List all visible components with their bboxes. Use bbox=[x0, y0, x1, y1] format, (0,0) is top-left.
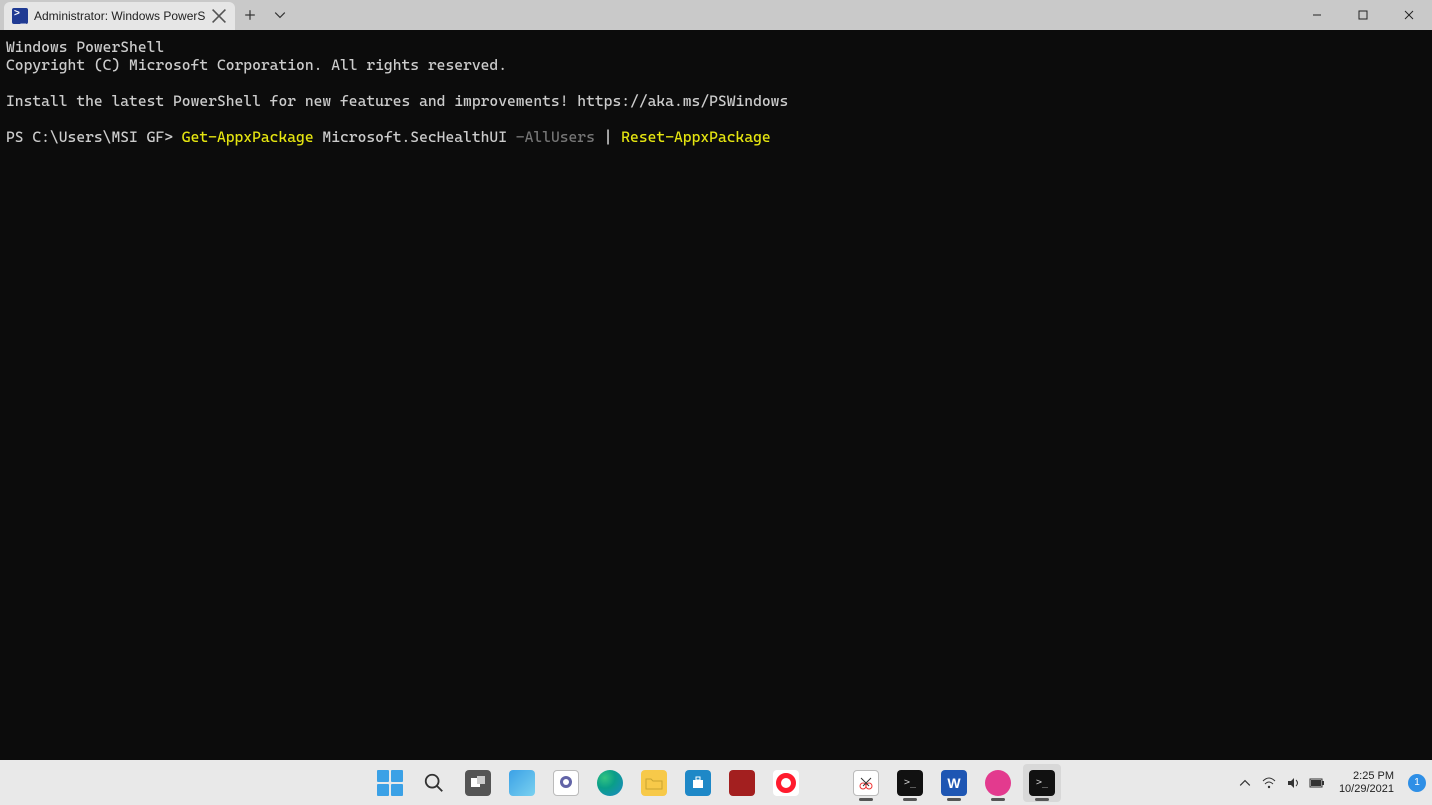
powershell-icon bbox=[12, 8, 28, 24]
tab-title: Administrator: Windows PowerS bbox=[34, 9, 205, 23]
titlebar: Administrator: Windows PowerS bbox=[0, 0, 1432, 30]
clock-time: 2:25 PM bbox=[1339, 770, 1394, 783]
notification-count: 1 bbox=[1414, 777, 1420, 788]
battery-icon[interactable] bbox=[1309, 775, 1325, 791]
wifi-icon[interactable] bbox=[1261, 775, 1277, 791]
widgets-icon bbox=[509, 770, 535, 796]
terminal-line: Windows PowerShell bbox=[6, 38, 164, 56]
taskview-button[interactable] bbox=[459, 764, 497, 802]
cmd-icon: >_ bbox=[897, 770, 923, 796]
snip-button[interactable] bbox=[847, 764, 885, 802]
terminal-cmdlet: Get-AppxPackage bbox=[182, 128, 314, 146]
terminal-pipe: | bbox=[595, 128, 621, 146]
chat-button[interactable] bbox=[547, 764, 585, 802]
terminal-cmdlet: Reset-AppxPackage bbox=[621, 128, 770, 146]
search-button[interactable] bbox=[415, 764, 453, 802]
new-tab-button[interactable] bbox=[235, 0, 265, 30]
close-button[interactable] bbox=[1386, 0, 1432, 30]
tab-strip: Administrator: Windows PowerS bbox=[0, 0, 235, 30]
terminal-flag: -AllUsers bbox=[516, 128, 595, 146]
word-icon: W bbox=[941, 770, 967, 796]
tray-chevron-icon[interactable] bbox=[1237, 775, 1253, 791]
opera-icon bbox=[773, 770, 799, 796]
tab-powershell[interactable]: Administrator: Windows PowerS bbox=[4, 2, 235, 30]
terminal-taskbar-button[interactable]: >_ bbox=[1023, 764, 1061, 802]
taskbar: >_ W >_ 2:25 PM 10/29/2021 1 bbox=[0, 760, 1432, 805]
edge-button[interactable] bbox=[591, 764, 629, 802]
edge-icon bbox=[597, 770, 623, 796]
tab-actions bbox=[235, 0, 295, 30]
system-tray: 2:25 PM 10/29/2021 1 bbox=[1237, 760, 1426, 805]
terminal-line: Install the latest PowerShell for new fe… bbox=[6, 92, 788, 110]
minimize-button[interactable] bbox=[1294, 0, 1340, 30]
opera-button[interactable] bbox=[767, 764, 805, 802]
terminal-line: Copyright (C) Microsoft Corporation. All… bbox=[6, 56, 507, 74]
explorer-button[interactable] bbox=[635, 764, 673, 802]
volume-icon[interactable] bbox=[1285, 775, 1301, 791]
maximize-button[interactable] bbox=[1340, 0, 1386, 30]
widgets-button[interactable] bbox=[503, 764, 541, 802]
app-red-button[interactable] bbox=[723, 764, 761, 802]
taskbar-center: >_ W >_ bbox=[371, 760, 1061, 805]
store-button[interactable] bbox=[679, 764, 717, 802]
cmd-button[interactable]: >_ bbox=[891, 764, 929, 802]
clock[interactable]: 2:25 PM 10/29/2021 bbox=[1339, 770, 1394, 796]
taskview-icon bbox=[465, 770, 491, 796]
search-icon bbox=[423, 772, 445, 794]
word-button[interactable]: W bbox=[935, 764, 973, 802]
terminal-icon: >_ bbox=[1029, 770, 1055, 796]
snip-icon bbox=[853, 770, 879, 796]
tab-dropdown-button[interactable] bbox=[265, 0, 295, 30]
windows-icon bbox=[377, 770, 403, 796]
app-pink-button[interactable] bbox=[979, 764, 1017, 802]
window-controls bbox=[1294, 0, 1432, 30]
tab-close-button[interactable] bbox=[211, 8, 227, 24]
chat-icon bbox=[553, 770, 579, 796]
notification-badge[interactable]: 1 bbox=[1408, 774, 1426, 792]
terminal-prompt: PS C:\Users\MSI GF> bbox=[6, 128, 182, 146]
lips-icon bbox=[985, 770, 1011, 796]
app-red-icon bbox=[729, 770, 755, 796]
terminal-output[interactable]: Windows PowerShell Copyright (C) Microso… bbox=[0, 30, 1432, 760]
clock-date: 10/29/2021 bbox=[1339, 783, 1394, 796]
terminal-arg: Microsoft.SecHealthUI bbox=[314, 128, 516, 146]
folder-icon bbox=[641, 770, 667, 796]
start-button[interactable] bbox=[371, 764, 409, 802]
store-icon bbox=[685, 770, 711, 796]
